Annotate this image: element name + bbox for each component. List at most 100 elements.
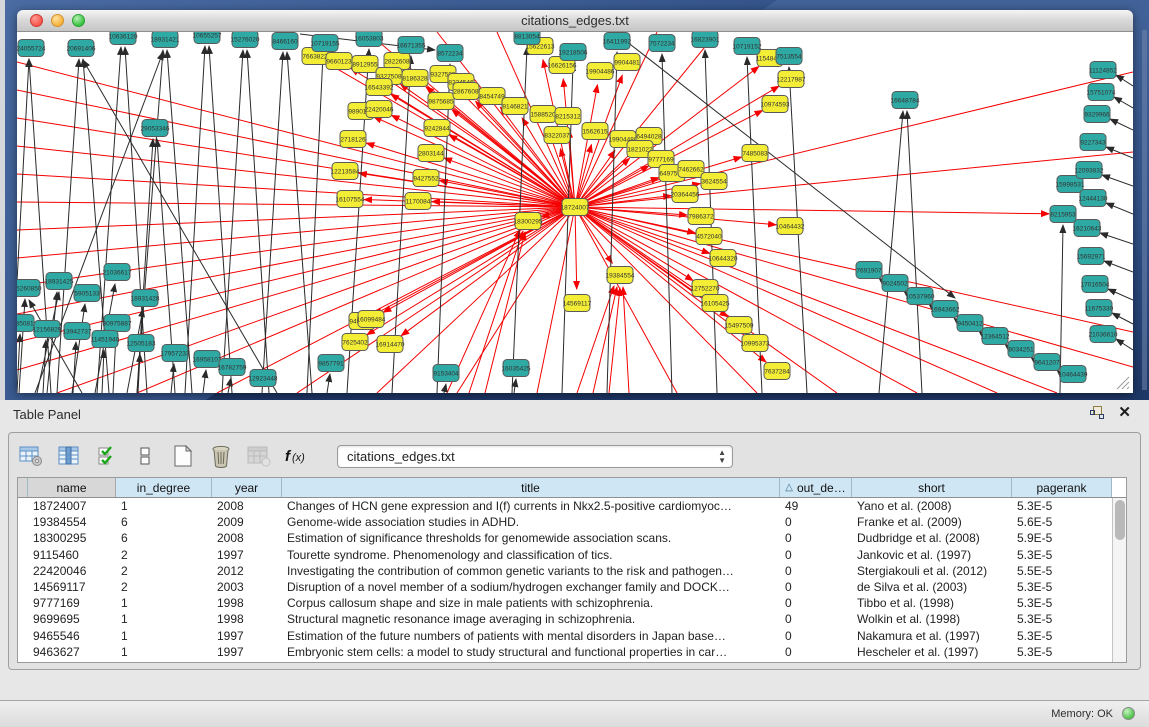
graph-node[interactable]: 12213584 (331, 163, 360, 180)
graph-edge[interactable] (575, 207, 703, 295)
table-cell[interactable]: Embryonic stem cells: a model to study s… (282, 644, 780, 660)
graph-node[interactable]: 16210643 (1073, 220, 1102, 237)
graph-node[interactable]: 8572234 (437, 45, 463, 62)
graph-node[interactable]: 7691907 (856, 262, 882, 279)
graph-node[interactable]: 21036617 (103, 264, 132, 281)
graph-node[interactable]: 16823901 (691, 32, 720, 48)
table-cell[interactable]: 0 (780, 579, 852, 595)
graph-node[interactable]: 8912955 (352, 56, 378, 73)
graph-node[interactable]: 12156829 (33, 321, 62, 338)
table-cell[interactable]: 18724007 (28, 498, 116, 514)
graph-node[interactable]: 8215312 (555, 108, 581, 125)
graph-edge[interactable] (575, 207, 1049, 214)
table-cell[interactable]: 0 (780, 530, 852, 546)
graph-edge[interactable] (907, 111, 922, 393)
graph-node[interactable]: 7625402 (342, 334, 368, 351)
graph-node[interactable]: 15497509 (725, 317, 754, 334)
graph-edge[interactable] (879, 111, 903, 393)
table-cell[interactable]: 2 (116, 563, 212, 579)
graph-edge[interactable] (359, 173, 575, 207)
graph-node[interactable]: 7572234 (649, 35, 675, 52)
graph-edge[interactable] (401, 207, 575, 336)
graph-node[interactable]: 17016504 (1081, 276, 1110, 293)
graph-node[interactable]: 24055724 (17, 40, 46, 57)
column-header-year[interactable]: year (212, 478, 282, 497)
network-window[interactable]: citations_edges.txt 18724007766382296601… (17, 10, 1133, 393)
table-cell[interactable]: 2012 (212, 563, 282, 579)
table-cell[interactable]: 49 (780, 498, 852, 514)
graph-node[interactable]: 8335081 (17, 315, 34, 332)
table-cell[interactable]: 0 (780, 628, 852, 644)
table-cell[interactable]: Franke et al. (2009) (852, 514, 1012, 530)
table-cell[interactable]: Stergiakouli et al. (2012) (852, 563, 1012, 579)
graph-node[interactable]: 15692971 (1077, 248, 1106, 265)
graph-node[interactable]: 18300295 (514, 213, 543, 230)
table-cell[interactable]: 1998 (212, 595, 282, 611)
table-cell[interactable]: Wolkin et al. (1998) (852, 611, 1012, 627)
table-cell[interactable]: Hescheler et al. (1997) (852, 644, 1012, 660)
graph-node[interactable]: 8034251 (1008, 341, 1034, 358)
graph-node[interactable]: 9904481 (614, 54, 640, 71)
graph-node[interactable]: 2867608 (453, 83, 479, 100)
graph-edge[interactable] (575, 207, 577, 289)
graph-edge[interactable] (17, 62, 575, 207)
graph-node[interactable]: 16648784 (891, 92, 920, 109)
graph-node[interactable]: 20691406 (67, 40, 96, 57)
graph-node[interactable]: 15276020 (231, 32, 260, 48)
column-header-name[interactable]: name (28, 478, 116, 497)
graph-node[interactable]: 10644320 (709, 250, 738, 267)
table-cell[interactable]: 5.6E-5 (1012, 514, 1112, 530)
graph-node[interactable]: 7513554 (776, 48, 802, 65)
graph-node[interactable]: 7485083 (742, 145, 768, 162)
graph-edge[interactable] (327, 374, 330, 393)
graph-node[interactable]: 16411992 (603, 33, 632, 50)
table-cell[interactable]: 2 (116, 547, 212, 563)
graph-node[interactable]: 16943662 (931, 301, 960, 318)
column-header-short[interactable]: short (852, 478, 1012, 497)
graph-node[interactable]: 13942737 (63, 323, 92, 340)
graph-node[interactable]: 10464432 (776, 218, 805, 235)
scrollbar-thumb[interactable] (1115, 500, 1125, 540)
graph-node[interactable]: 18931428 (131, 290, 160, 307)
citation-network-graph[interactable]: 1872400776638229660123891295528226089327… (17, 32, 1133, 393)
graph-node[interactable]: 11675330 (1085, 300, 1114, 317)
table-cell[interactable]: 0 (780, 563, 852, 579)
graph-edge[interactable] (609, 288, 620, 393)
table-cell[interactable]: Corpus callosum shape and size in male p… (282, 595, 780, 611)
table-cell[interactable]: 9115460 (28, 547, 116, 563)
table-cell[interactable]: Tourette syndrome. Phenomenology and cla… (282, 547, 780, 563)
graph-node[interactable]: 16671355 (397, 37, 426, 54)
table-row[interactable]: 911546021997Tourette syndrome. Phenomeno… (18, 547, 1112, 563)
graph-node[interactable]: 5905133 (74, 285, 100, 302)
graph-node[interactable]: 9450412 (957, 315, 983, 332)
table-cell[interactable]: Yano et al. (2008) (852, 498, 1012, 514)
graph-node[interactable]: 10719155 (311, 35, 340, 52)
graph-edge[interactable] (575, 207, 757, 393)
graph-node[interactable]: 9024502 (882, 275, 908, 292)
graph-node[interactable]: 9153404 (433, 365, 459, 382)
table-cell[interactable]: 9463627 (28, 644, 116, 660)
graph-node[interactable]: 4572040 (696, 228, 722, 245)
graph-node[interactable]: 2718126 (340, 131, 366, 148)
graph-node[interactable]: 10974593 (761, 96, 790, 113)
table-cell[interactable]: 5.3E-5 (1012, 547, 1112, 563)
table-settings-icon[interactable] (17, 442, 45, 470)
graph-node[interactable]: 18931425 (45, 273, 74, 290)
graph-node[interactable]: 16099484 (357, 311, 386, 328)
table-cell[interactable]: 18300295 (28, 530, 116, 546)
select-columns-icon[interactable] (55, 442, 83, 470)
table-cell[interactable]: 5.5E-5 (1012, 563, 1112, 579)
graph-node[interactable]: 8322037 (544, 127, 570, 144)
table-cell[interactable]: Investigating the contribution of common… (282, 563, 780, 579)
table-cell[interactable]: 0 (780, 644, 852, 660)
graph-node[interactable]: 1170084 (405, 193, 431, 210)
table-cell[interactable]: 5.3E-5 (1012, 498, 1112, 514)
table-row[interactable]: 1938455462009Genome-wide association stu… (18, 514, 1112, 530)
table-cell[interactable]: Genome-wide association studies in ADHD. (282, 514, 780, 530)
table-row[interactable]: 1830029562008Estimation of significance … (18, 530, 1112, 546)
table-cell[interactable]: 2008 (212, 530, 282, 546)
graph-edge[interactable] (444, 384, 446, 393)
graph-node[interactable]: 8454749 (479, 88, 505, 105)
graph-node[interactable]: 9641207 (1034, 354, 1060, 371)
graph-edge[interactable] (1112, 313, 1133, 324)
